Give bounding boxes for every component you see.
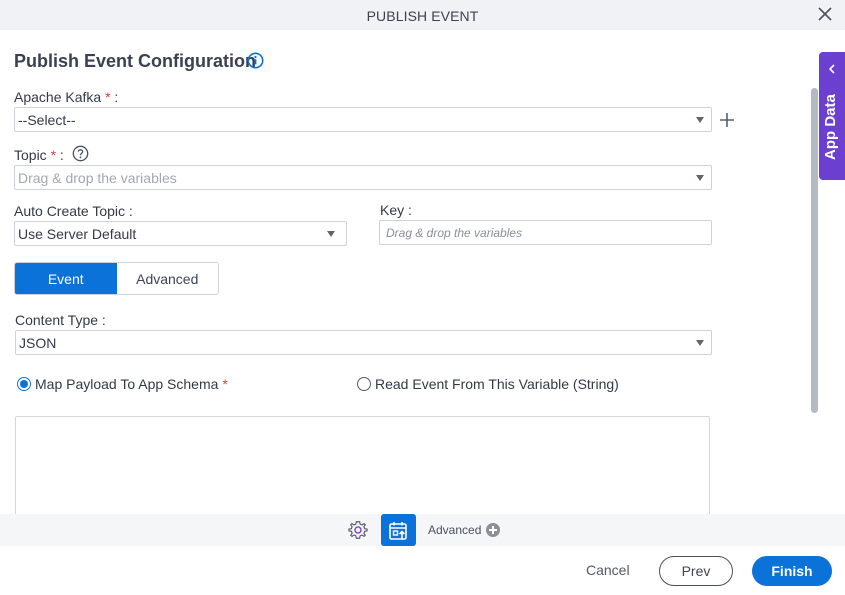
dialog-title: PUBLISH EVENT — [366, 8, 479, 24]
app-schema-mapping-area[interactable] — [15, 416, 710, 514]
chevron-down-icon — [696, 175, 704, 181]
content-type-value: JSON — [19, 335, 57, 351]
label-suffix: : — [114, 89, 119, 105]
tab-advanced[interactable]: Advanced — [116, 263, 218, 294]
section-title: Publish Event Configuration — [14, 51, 256, 71]
key-label: Key : — [380, 202, 412, 218]
plus-icon[interactable] — [719, 112, 735, 128]
plus-circle-icon — [486, 523, 501, 537]
bottom-toolbar: Advanced — [0, 514, 845, 546]
radio-button-selected[interactable] — [17, 377, 31, 391]
apache-kafka-select[interactable]: --Select-- — [14, 107, 712, 132]
chevron-down-icon — [327, 231, 335, 237]
vertical-scrollbar[interactable] — [811, 88, 818, 413]
auto-create-topic-value: Use Server Default — [18, 226, 137, 242]
topic-placeholder: Drag & drop the variables — [18, 170, 177, 186]
label-suffix: : — [59, 147, 64, 163]
topic-label-text: Topic — [14, 147, 47, 163]
apache-kafka-value: --Select-- — [18, 112, 76, 128]
content-type-select[interactable]: JSON — [15, 330, 712, 355]
calendar-upload-icon — [389, 522, 407, 540]
radio-map-payload[interactable]: Map Payload To App Schema * — [17, 376, 228, 392]
info-icon[interactable] — [247, 52, 264, 69]
advanced-toggle[interactable]: Advanced — [428, 523, 501, 537]
app-data-panel-tab[interactable]: App Data — [819, 52, 845, 180]
required-mark: * — [105, 89, 111, 105]
tab-event[interactable]: Event — [15, 263, 117, 294]
content-type-label: Content Type : — [15, 312, 106, 328]
key-input[interactable]: Drag & drop the variables — [379, 220, 712, 245]
finish-button[interactable]: Finish — [752, 556, 832, 586]
advanced-label: Advanced — [428, 523, 482, 537]
gear-icon[interactable] — [347, 519, 369, 541]
topic-label: Topic * : — [14, 147, 64, 163]
calendar-upload-button[interactable] — [381, 514, 416, 546]
radio-button[interactable] — [357, 377, 371, 391]
key-placeholder: Drag & drop the variables — [386, 226, 523, 240]
required-mark: * — [50, 147, 57, 163]
required-mark: * — [222, 376, 228, 392]
auto-create-topic-label: Auto Create Topic : — [14, 203, 133, 219]
radio-read-event-variable[interactable]: Read Event From This Variable (String) — [357, 376, 619, 392]
apache-kafka-label: Apache Kafka * : — [14, 89, 118, 105]
auto-create-topic-select[interactable]: Use Server Default — [14, 221, 347, 246]
radio-read-event-label: Read Event From This Variable (String) — [375, 376, 619, 392]
app-data-label: App Data — [822, 94, 839, 160]
chevron-down-icon — [696, 340, 704, 346]
prev-button[interactable]: Prev — [659, 556, 733, 586]
help-icon[interactable] — [72, 145, 89, 162]
chevron-down-icon — [696, 117, 704, 123]
apache-kafka-label-text: Apache Kafka — [14, 89, 102, 105]
dialog-content: Publish Event Configuration Apache Kafka… — [0, 30, 845, 514]
cancel-button[interactable]: Cancel — [586, 562, 630, 578]
topic-input[interactable]: Drag & drop the variables — [14, 165, 712, 190]
chevron-left-icon — [828, 64, 835, 74]
dialog-footer: Cancel Prev Finish — [0, 546, 845, 595]
radio-map-payload-label: Map Payload To App Schema — [35, 376, 219, 392]
dialog-titlebar: PUBLISH EVENT — [0, 0, 845, 30]
close-icon[interactable] — [817, 6, 833, 22]
event-tabs: Event Advanced — [14, 262, 219, 295]
